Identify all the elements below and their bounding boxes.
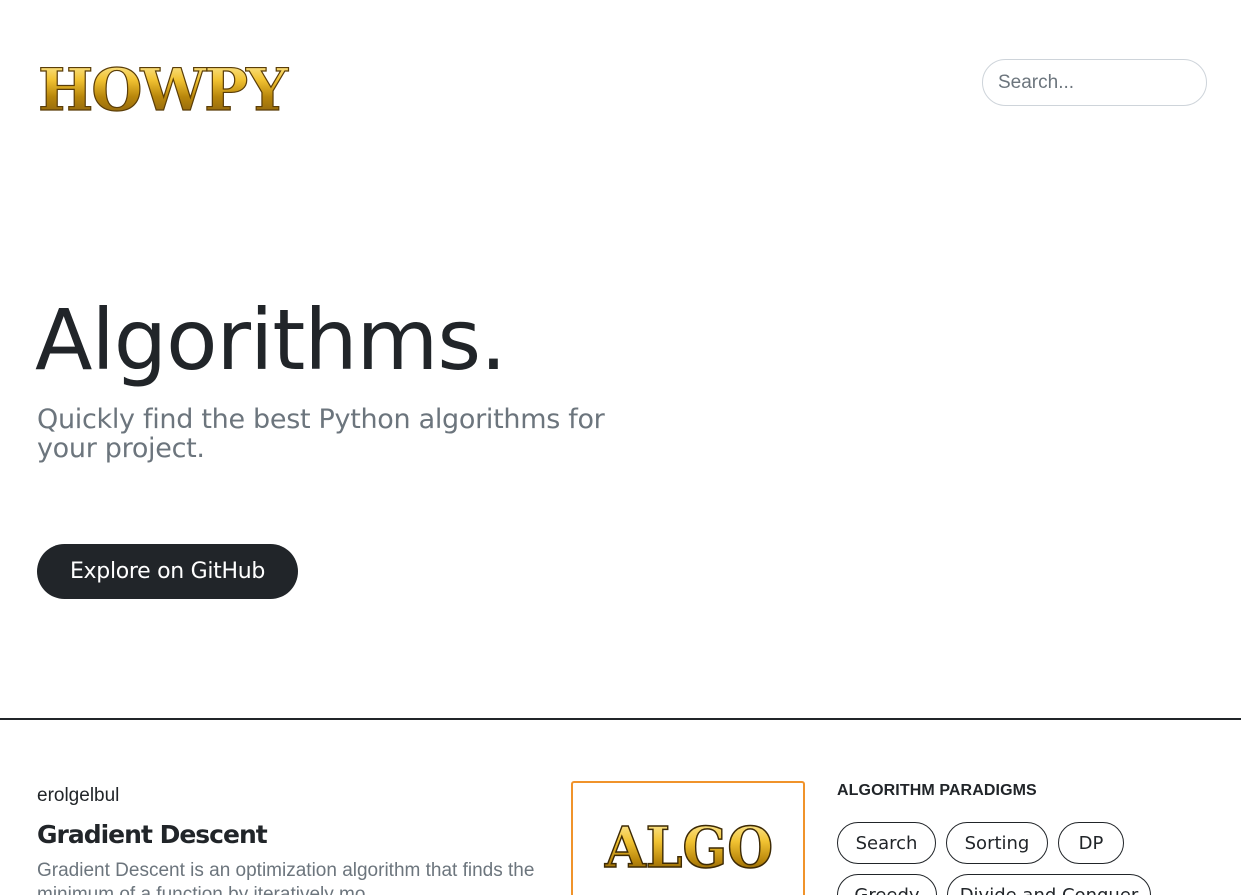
paradigms-heading: ALGORITHM PARADIGMS	[837, 782, 1037, 799]
search-input[interactable]	[982, 59, 1207, 106]
section-divider	[0, 718, 1241, 720]
tag-search[interactable]: Search	[837, 822, 936, 864]
post-thumbnail[interactable]: ALGO	[571, 781, 805, 895]
tag-divide-and-conquer[interactable]: Divide and Conquer	[947, 874, 1151, 895]
hero-title: Algorithms.	[35, 291, 507, 389]
post-excerpt: Gradient Descent is an optimization algo…	[37, 860, 535, 895]
tag-dp[interactable]: DP	[1058, 822, 1124, 864]
logo-text: HOWPY	[38, 56, 289, 124]
tag-greedy[interactable]: Greedy	[837, 874, 937, 895]
post-author[interactable]: erolgelbul	[37, 785, 119, 807]
hero-subtitle: Quickly find the best Python algorithms …	[37, 404, 605, 464]
post-title[interactable]: Gradient Descent	[37, 820, 268, 849]
explore-github-button[interactable]: Explore on GitHub	[37, 544, 298, 599]
thumbnail-text: ALGO	[604, 815, 773, 881]
howpy-logo[interactable]: HOWPY	[38, 48, 290, 128]
tag-sorting[interactable]: Sorting	[946, 822, 1048, 864]
